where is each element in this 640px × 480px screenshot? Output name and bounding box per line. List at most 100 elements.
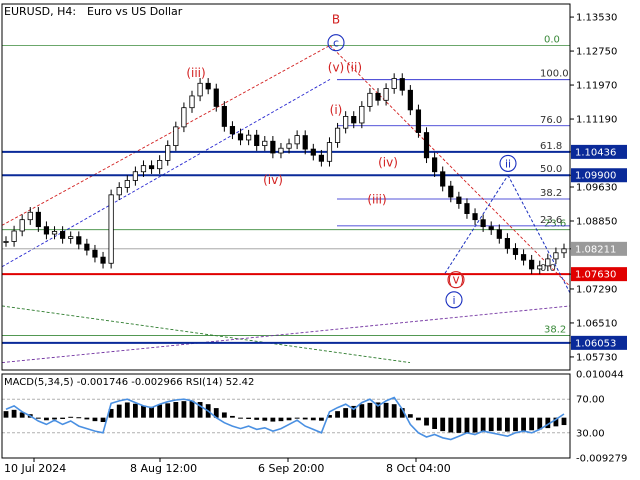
sub-y-tick-label-1: 70.00 (576, 395, 605, 406)
candle-62 (504, 238, 510, 249)
macd-bar-20 (165, 403, 171, 418)
wave-label-0: B (332, 13, 340, 27)
candle-53 (432, 157, 438, 173)
wave-label-8: (iii) (367, 193, 386, 207)
macd-bar-64 (521, 417, 526, 431)
candle-15 (124, 180, 130, 188)
candle-13 (108, 194, 114, 264)
candle-46 (375, 92, 381, 101)
macd-bar-14 (116, 404, 122, 418)
candle-26 (213, 88, 219, 107)
macd-bar-39 (318, 417, 324, 421)
candle-24 (197, 82, 203, 97)
candle-58 (472, 213, 478, 221)
macd-bar-57 (464, 417, 470, 434)
candle-9 (76, 236, 82, 245)
macd-bar-18 (149, 406, 154, 418)
fib-label-3: 50.0 (540, 164, 562, 175)
macd-bar-58 (472, 417, 478, 433)
candle-38 (310, 148, 316, 156)
fib-label-5: 23.6 (540, 215, 562, 226)
macd-bar-6 (52, 417, 57, 420)
macd-bar-1 (11, 409, 17, 418)
macd-bar-0 (3, 411, 9, 418)
macd-bar-4 (35, 417, 41, 419)
candle-41 (334, 127, 341, 143)
candle-64 (520, 254, 527, 261)
y-tick-label-10: 1.07290 (576, 284, 617, 295)
candle-11 (92, 249, 98, 258)
macd-bar-31 (254, 417, 260, 420)
macd-bar-54 (440, 417, 446, 432)
green-fib-label-0: 0.0 (544, 34, 560, 45)
macd-bar-50 (407, 414, 413, 418)
macd-bar-7 (60, 417, 66, 419)
fib-label-2: 61.8 (540, 141, 562, 152)
candle-0 (3, 241, 9, 243)
macd-bar-52 (424, 417, 429, 426)
macd-bar-34 (278, 417, 284, 422)
wave-label-11: i (452, 294, 455, 307)
candle-19 (157, 160, 163, 170)
level-badge-label-4: 1.06053 (575, 338, 616, 349)
macd-bar-59 (480, 417, 486, 433)
macd-bar-47 (383, 402, 389, 418)
macd-bar-44 (359, 404, 365, 418)
fib-label-0: 100.0 (540, 69, 569, 80)
candle-28 (229, 126, 236, 135)
candle-50 (407, 89, 413, 111)
candle-54 (440, 171, 446, 187)
macd-bar-23 (189, 400, 195, 418)
candle-36 (294, 135, 300, 145)
wave-label-5: (i) (330, 103, 343, 117)
candle-45 (367, 92, 373, 107)
sub-y-tick-label-2: 30.00 (576, 428, 605, 439)
macd-bar-30 (246, 417, 252, 419)
y-tick-label-1: 1.12750 (576, 47, 617, 58)
candle-5 (43, 226, 50, 235)
candle-12 (100, 256, 106, 264)
macd-bar-53 (432, 417, 438, 429)
candle-2 (19, 219, 25, 232)
macd-bar-9 (76, 417, 82, 419)
candle-59 (480, 219, 486, 228)
fib-label-4: 38.2 (540, 188, 562, 199)
symbol-description: Euro vs US Dollar (87, 5, 183, 18)
x-tick-label-0: 10 Jul 2024 (4, 462, 66, 475)
green-fib-label-2: 38.2 (544, 325, 566, 336)
macd-bar-16 (132, 403, 138, 418)
candle-8 (68, 236, 74, 239)
macd-bar-51 (416, 417, 421, 421)
y-tick-label-0: 1.13530 (576, 13, 617, 24)
macd-bar-37 (302, 417, 308, 420)
candle-47 (383, 88, 389, 101)
wave-label-10: ii (505, 157, 511, 170)
candle-56 (456, 196, 462, 204)
macd-bar-36 (294, 417, 300, 419)
candle-16 (132, 171, 138, 181)
macd-bar-65 (529, 417, 535, 431)
x-tick-label-2: 6 Sep 20:00 (258, 462, 324, 475)
candle-1 (11, 230, 17, 242)
macd-bar-63 (513, 417, 518, 432)
macd-bar-35 (286, 417, 292, 421)
candle-20 (165, 145, 171, 161)
y-tick-label-2: 1.11970 (576, 81, 617, 92)
macd-bar-22 (181, 401, 187, 418)
candle-67 (545, 258, 551, 267)
candle-17 (140, 165, 147, 173)
sub-y-tick-label-0: 0.010044 (576, 370, 624, 381)
sub-y-tick-label-3: -0.009279 (576, 454, 627, 465)
macd-bar-42 (343, 408, 349, 418)
candle-55 (448, 185, 454, 198)
candle-22 (181, 107, 187, 128)
macd-bar-28 (230, 415, 235, 418)
candle-37 (302, 135, 308, 150)
y-tick-label-3: 1.11190 (576, 115, 617, 126)
candle-30 (246, 134, 252, 141)
candle-69 (561, 248, 567, 254)
candle-35 (286, 143, 292, 149)
macd-bar-48 (391, 404, 397, 418)
candle-42 (343, 116, 349, 129)
candle-40 (326, 142, 333, 162)
